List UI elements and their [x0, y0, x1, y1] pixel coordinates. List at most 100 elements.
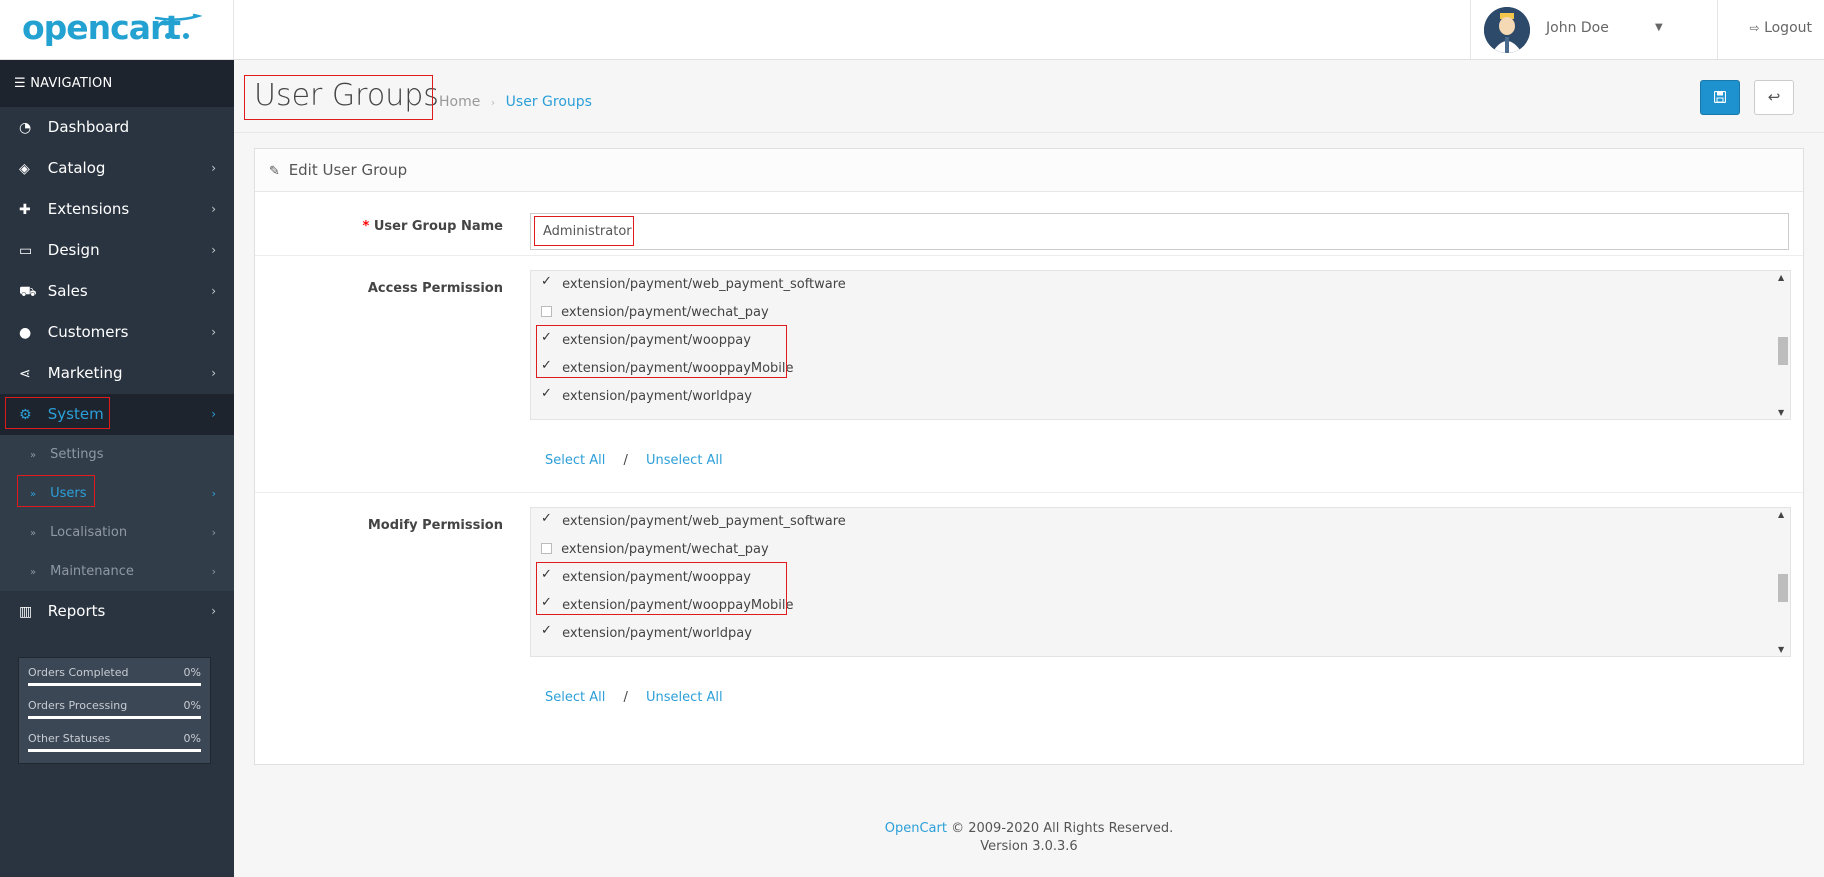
breadcrumb-separator-icon: › — [490, 96, 496, 109]
permission-label: extension/payment/web_payment_software — [562, 514, 846, 529]
sidebar-subitem-maintenance[interactable]: » Maintenance › — [0, 552, 234, 591]
logo[interactable]: opencart — [0, 0, 234, 59]
permission-label: extension/payment/worldpay — [562, 389, 752, 404]
checkbox[interactable] — [541, 306, 552, 317]
scrollbar[interactable]: ▲ ▼ — [1776, 508, 1790, 656]
sidebar-item-label: Extensions — [47, 200, 130, 218]
bars-icon: ☰ — [14, 76, 26, 91]
permission-item[interactable]: extension/payment/web_payment_software — [541, 509, 846, 532]
footer-copyright: OpenCart © 2009-2020 All Rights Reserved… — [234, 820, 1824, 838]
access-select-all-link[interactable]: Select All — [545, 453, 605, 468]
permission-item[interactable]: extension/payment/wechat_pay — [541, 540, 769, 560]
sidebar-item-reports[interactable]: ▥ Reports › — [0, 591, 234, 632]
caret-down-icon: ▼ — [1655, 22, 1663, 33]
chevron-right-icon: › — [211, 565, 216, 578]
sidebar-item-label: Catalog — [47, 159, 106, 177]
scroll-down-icon[interactable]: ▼ — [1778, 645, 1784, 654]
checkbox[interactable] — [541, 272, 553, 292]
scrollbar-thumb[interactable] — [1778, 337, 1788, 365]
permission-item[interactable]: extension/payment/wechat_pay — [541, 303, 769, 323]
sidebar-item-sales[interactable]: ⛟ Sales › — [0, 271, 234, 312]
access-unselect-all-link[interactable]: Unselect All — [646, 453, 723, 468]
highlight-name-input — [534, 216, 634, 246]
link-separator: / — [623, 453, 628, 468]
sidebar-item-dashboard[interactable]: ◔ Dashboard — [0, 107, 234, 148]
breadcrumb-current[interactable]: User Groups — [506, 94, 592, 110]
pencil-icon: ✎ — [269, 164, 280, 179]
stat-orders-processing: Orders Processing 0% — [28, 699, 201, 732]
permission-item[interactable]: extension/payment/worldpay — [541, 384, 752, 407]
modify-unselect-all-link[interactable]: Unselect All — [646, 690, 723, 705]
modify-select-all-link[interactable]: Select All — [545, 690, 605, 705]
modify-permission-label: Modify Permission — [367, 518, 503, 533]
permission-item[interactable]: extension/payment/web_payment_software — [541, 272, 846, 295]
back-button[interactable]: ↩ — [1754, 80, 1794, 115]
sidebar-subitem-localisation[interactable]: » Localisation › — [0, 513, 234, 552]
permission-item[interactable]: extension/payment/worldpay — [541, 621, 752, 644]
highlight-modify-wooppay — [536, 562, 787, 615]
sidebar-item-label: Design — [47, 241, 100, 259]
edit-user-group-panel: ✎ Edit User Group * User Group Name Admi… — [254, 148, 1804, 765]
logout-link[interactable]: ⇨ Logout — [1750, 20, 1812, 36]
chevron-right-icon: › — [211, 325, 216, 339]
stat-label: Other Statuses — [28, 732, 111, 745]
sidebar: ☰ NAVIGATION ◔ Dashboard ◈ Catalog › ✚ E… — [0, 60, 234, 877]
highlight-system — [5, 397, 110, 429]
logout-label: Logout — [1764, 20, 1812, 36]
checkbox[interactable] — [541, 509, 553, 529]
chevron-right-icon: › — [211, 366, 216, 380]
permission-label: extension/payment/wechat_pay — [561, 542, 769, 557]
page-header: User Groups Home › User Groups ↩ — [234, 60, 1824, 133]
scroll-up-icon[interactable]: ▲ — [1778, 273, 1784, 282]
chevron-right-icon: › — [211, 284, 216, 298]
sidebar-item-label: Marketing — [47, 364, 123, 382]
stat-percent: 0% — [183, 666, 201, 679]
form-row-name: * User Group Name Administrator — [255, 192, 1803, 256]
user-menu[interactable]: John Doe ▼ — [1470, 0, 1718, 59]
chevron-right-icon: › — [211, 487, 216, 500]
save-button[interactable] — [1700, 80, 1740, 115]
checkbox[interactable] — [541, 543, 552, 554]
access-select-links: Select All / Unselect All — [545, 453, 723, 468]
breadcrumb-home[interactable]: Home — [439, 94, 480, 110]
share-icon: ⋖ — [19, 366, 31, 382]
modify-select-links: Select All / Unselect All — [545, 690, 723, 705]
chevron-right-icon: › — [211, 604, 216, 618]
reply-icon: ↩ — [1767, 88, 1781, 106]
user-group-name-input[interactable]: Administrator — [530, 213, 1789, 250]
sidebar-item-design[interactable]: ▭ Design › — [0, 230, 234, 271]
sidebar-item-extensions[interactable]: ✚ Extensions › — [0, 189, 234, 230]
checkbox[interactable] — [541, 621, 553, 641]
cart-logo-icon — [154, 13, 202, 39]
scroll-down-icon[interactable]: ▼ — [1778, 408, 1784, 417]
scrollbar[interactable]: ▲ ▼ — [1776, 271, 1790, 419]
panel-heading-label: Edit User Group — [288, 161, 408, 179]
form-row-access: Access Permission extension/payment/web_… — [255, 256, 1803, 493]
user-group-name-label: * User Group Name — [362, 219, 503, 234]
sidebar-item-catalog[interactable]: ◈ Catalog › — [0, 148, 234, 189]
chevron-right-icon: › — [211, 407, 216, 421]
sidebar-item-label: Reports — [47, 602, 106, 620]
permission-label: extension/payment/web_payment_software — [562, 277, 846, 292]
sign-out-icon: ⇨ — [1749, 21, 1760, 35]
highlight-users — [17, 475, 95, 507]
opencart-link[interactable]: OpenCart — [885, 821, 947, 836]
chevron-right-icon: › — [211, 202, 216, 216]
scroll-up-icon[interactable]: ▲ — [1778, 510, 1784, 519]
chevron-right-icon: › — [211, 526, 216, 539]
sidebar-item-marketing[interactable]: ⋖ Marketing › — [0, 353, 234, 394]
footer: OpenCart © 2009-2020 All Rights Reserved… — [234, 820, 1824, 856]
scrollbar-thumb[interactable] — [1778, 574, 1788, 602]
access-permission-label: Access Permission — [367, 281, 503, 296]
top-header: opencart John Doe ▼ ⇨ Logout — [0, 0, 1824, 60]
sidebar-item-label: Dashboard — [47, 118, 130, 136]
stat-percent: 0% — [183, 732, 201, 745]
checkbox[interactable] — [541, 384, 553, 404]
sidebar-subitem-settings[interactable]: » Settings — [0, 435, 234, 474]
user-group-name-label-text: User Group Name — [373, 219, 503, 234]
sidebar-item-label: Customers — [47, 323, 129, 341]
navigation-heading[interactable]: ☰ NAVIGATION — [0, 60, 234, 107]
sidebar-item-customers[interactable]: ● Customers › — [0, 312, 234, 353]
order-stats: Orders Completed 0% Orders Processing 0%… — [18, 657, 211, 764]
chevron-right-icon: › — [211, 161, 216, 175]
